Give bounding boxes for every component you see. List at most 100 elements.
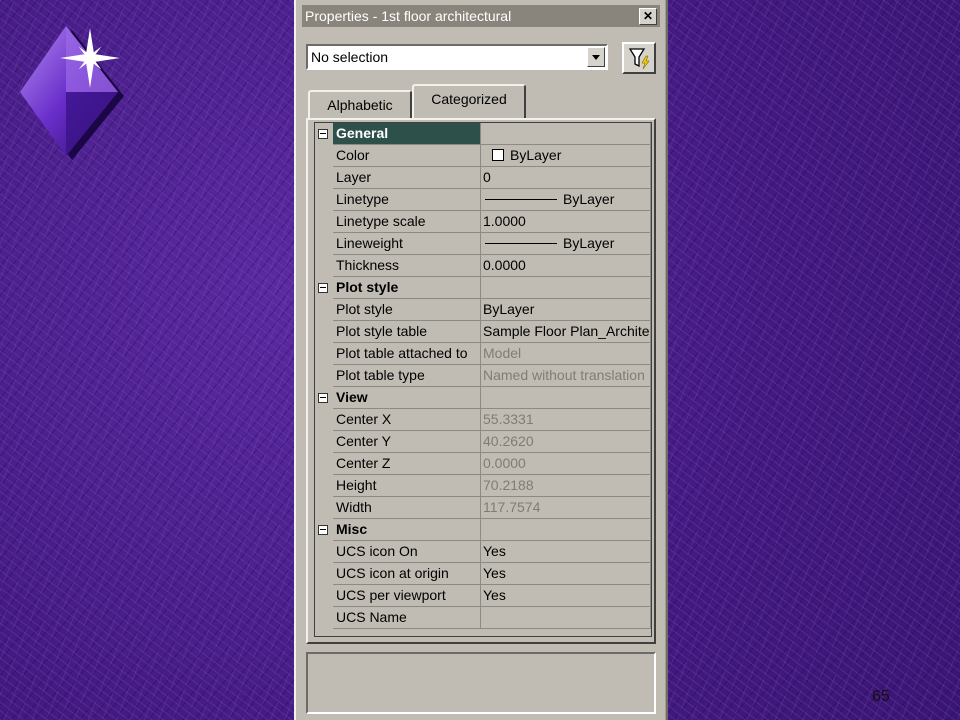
chevron-down-icon[interactable]: [587, 47, 605, 67]
selection-value: No selection: [311, 49, 389, 65]
property-name: Plot table attached to: [333, 343, 481, 365]
property-value: 70.2188: [481, 475, 651, 497]
property-row[interactable]: UCS icon at origin Yes: [315, 563, 651, 585]
tab-categorized[interactable]: Categorized: [412, 84, 526, 118]
property-value-text: Yes: [483, 587, 506, 603]
category-name: Plot style: [333, 277, 481, 299]
property-grid: General Color ByLayer Layer 0 Linetype ByLayer…: [314, 122, 652, 637]
property-row[interactable]: UCS icon On Yes: [315, 541, 651, 563]
collapse-icon[interactable]: [318, 393, 328, 403]
property-name: Thickness: [333, 255, 481, 277]
property-row[interactable]: UCS Name: [315, 607, 651, 629]
description-pane: [306, 652, 656, 714]
property-row[interactable]: UCS per viewport Yes: [315, 585, 651, 607]
property-name: Layer: [333, 167, 481, 189]
property-row[interactable]: Plot table attached to Model: [315, 343, 651, 365]
property-row[interactable]: Center Y 40.2620: [315, 431, 651, 453]
color-swatch-icon: [492, 149, 504, 161]
category-row[interactable]: General: [315, 123, 651, 145]
property-value[interactable]: 1.0000: [481, 211, 651, 233]
property-value[interactable]: ByLayer: [481, 299, 651, 321]
property-value-text: 0.0000: [483, 455, 526, 471]
category-value-cell: [481, 277, 651, 299]
property-row[interactable]: Linetype scale 1.0000: [315, 211, 651, 233]
property-value: 55.3331: [481, 409, 651, 431]
category-value-cell: [481, 387, 651, 409]
property-value[interactable]: Yes: [481, 563, 651, 585]
property-name: Center Y: [333, 431, 481, 453]
property-row[interactable]: Plot table type Named without translation: [315, 365, 651, 387]
property-value[interactable]: 0.0000: [481, 255, 651, 277]
property-value: Named without translation: [481, 365, 651, 387]
property-value-text: Yes: [483, 543, 506, 559]
property-name: UCS icon On: [333, 541, 481, 563]
property-name: Lineweight: [333, 233, 481, 255]
property-name: Height: [333, 475, 481, 497]
property-name: Center Z: [333, 453, 481, 475]
category-value-cell: [481, 519, 651, 541]
property-value-text: Model: [483, 345, 522, 361]
quick-select-filter-icon: [628, 48, 650, 70]
line-sample-icon: [485, 199, 557, 200]
property-value[interactable]: [481, 607, 651, 629]
property-row[interactable]: Thickness 0.0000: [315, 255, 651, 277]
property-name: UCS Name: [333, 607, 481, 629]
property-value-text: ByLayer: [563, 191, 615, 207]
property-value-text: Yes: [483, 565, 506, 581]
category-name: View: [333, 387, 481, 409]
property-row[interactable]: Center Z 0.0000: [315, 453, 651, 475]
category-name: Misc: [333, 519, 481, 541]
property-row[interactable]: Plot style table Sample Floor Plan_Archit…: [315, 321, 651, 343]
property-row[interactable]: Linetype ByLayer: [315, 189, 651, 211]
property-value[interactable]: Sample Floor Plan_Archite: [481, 321, 651, 343]
property-value-text: 0.0000: [483, 257, 526, 273]
property-value-text: Sample Floor Plan_Archite: [483, 323, 650, 339]
collapse-icon[interactable]: [318, 283, 328, 293]
property-value: Model: [481, 343, 651, 365]
property-value: 40.2620: [481, 431, 651, 453]
collapse-icon[interactable]: [318, 525, 328, 535]
title-bar[interactable]: Properties - 1st floor architectural ✕: [302, 5, 660, 27]
close-button[interactable]: ✕: [639, 8, 657, 25]
property-value-text: ByLayer: [510, 147, 562, 163]
property-value[interactable]: ByLayer: [481, 145, 651, 167]
quick-select-button[interactable]: [622, 42, 656, 74]
property-name: Color: [333, 145, 481, 167]
property-value-text: Named without translation: [483, 367, 645, 383]
line-sample-icon: [485, 243, 557, 244]
property-name: UCS icon at origin: [333, 563, 481, 585]
property-value[interactable]: ByLayer: [481, 233, 651, 255]
window-title: Properties - 1st floor architectural: [305, 8, 512, 24]
property-value-text: 117.7574: [483, 499, 541, 515]
property-name: Width: [333, 497, 481, 519]
property-row[interactable]: Lineweight ByLayer: [315, 233, 651, 255]
property-value-text: ByLayer: [483, 301, 535, 317]
property-row[interactable]: Layer 0: [315, 167, 651, 189]
property-row[interactable]: Width 117.7574: [315, 497, 651, 519]
property-value-text: 55.3331: [483, 411, 534, 427]
property-row[interactable]: Plot style ByLayer: [315, 299, 651, 321]
properties-window: Properties - 1st floor architectural ✕ N…: [294, 0, 668, 720]
property-row[interactable]: Color ByLayer: [315, 145, 651, 167]
property-name: UCS per viewport: [333, 585, 481, 607]
property-row[interactable]: Center X 55.3331: [315, 409, 651, 431]
tab-alphabetic[interactable]: Alphabetic: [308, 90, 412, 118]
property-value: 0.0000: [481, 453, 651, 475]
property-row[interactable]: Height 70.2188: [315, 475, 651, 497]
purple-diamond-star-icon: [20, 26, 124, 160]
property-value[interactable]: Yes: [481, 585, 651, 607]
property-value[interactable]: 0: [481, 167, 651, 189]
category-row[interactable]: Misc: [315, 519, 651, 541]
category-row[interactable]: View: [315, 387, 651, 409]
category-name: General: [333, 123, 481, 145]
category-value-cell: [481, 123, 651, 145]
page-number: 65: [872, 688, 890, 705]
property-value[interactable]: ByLayer: [481, 189, 651, 211]
selection-dropdown[interactable]: No selection: [306, 44, 608, 70]
category-row[interactable]: Plot style: [315, 277, 651, 299]
property-name: Plot style table: [333, 321, 481, 343]
property-value[interactable]: Yes: [481, 541, 651, 563]
collapse-icon[interactable]: [318, 129, 328, 139]
property-name: Linetype scale: [333, 211, 481, 233]
property-name: Center X: [333, 409, 481, 431]
